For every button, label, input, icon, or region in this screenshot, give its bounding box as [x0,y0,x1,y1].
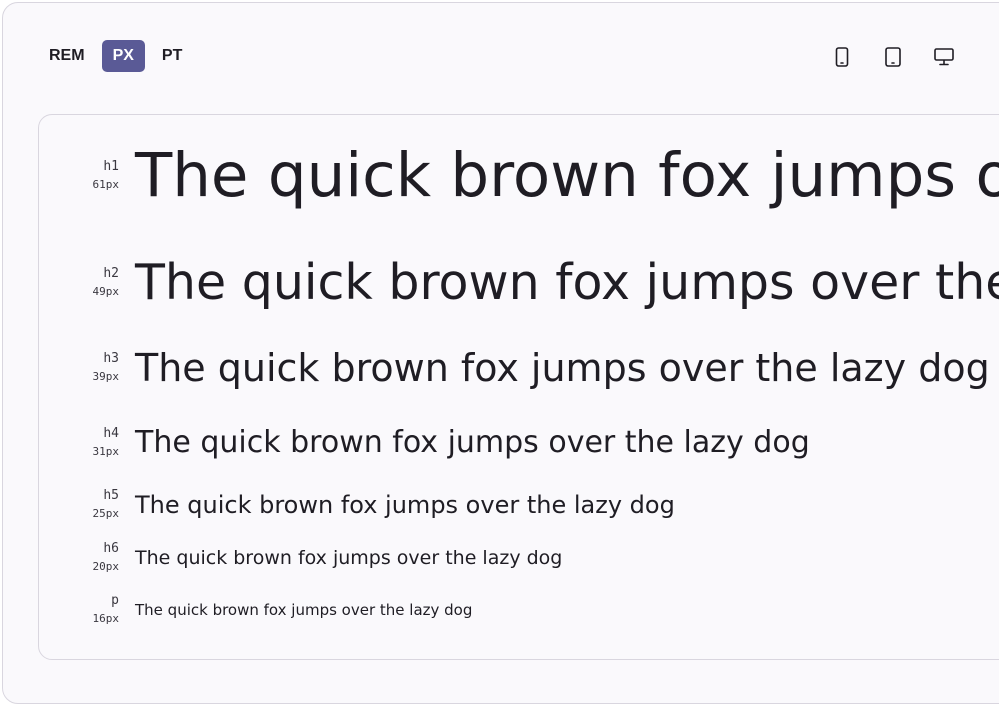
type-row-h4: h4 31px The quick brown fox jumps over t… [39,425,810,461]
type-scale-panel: REM PX PT h1 61px The quick brown fox ju… [2,2,999,704]
tag-label: h1 [103,158,119,174]
mobile-icon [835,47,849,67]
device-toggle [829,45,982,69]
type-row-h6: h6 20px The quick brown fox jumps over t… [39,540,563,576]
tag-label: p [111,593,119,608]
tag-label: h6 [103,541,119,556]
type-row-p: p 16px The quick brown fox jumps over th… [39,592,473,628]
tag-label: h5 [103,488,119,503]
unit-tab-pt[interactable]: PT [151,40,193,72]
sample-text-h5: The quick brown fox jumps over the lazy … [135,491,675,519]
unit-toggle: REM PX PT [38,40,199,72]
sample-text-h1: The quick brown fox jumps over the lazy … [135,140,999,211]
unit-tab-rem[interactable]: REM [38,40,96,72]
type-row-h5: h5 25px The quick brown fox jumps over t… [39,487,675,523]
desktop-button[interactable] [931,45,957,69]
sample-text-p: The quick brown fox jumps over the lazy … [135,600,473,619]
unit-tab-px[interactable]: PX [101,40,145,72]
size-label: 25px [92,507,120,520]
type-row-h1: h1 61px The quick brown fox jumps over t… [39,145,999,206]
type-row-h2: h2 49px The quick brown fox jumps over t… [39,258,999,307]
sample-text-h6: The quick brown fox jumps over the lazy … [135,546,563,569]
sample-text-h2: The quick brown fox jumps over the lazy … [135,254,999,311]
tablet-icon [885,47,901,67]
size-label: 39px [92,370,120,383]
size-label: 16px [92,612,120,625]
mobile-button[interactable] [829,45,855,69]
size-label: 31px [92,445,120,458]
desktop-icon [934,48,954,66]
type-row-h3: h3 39px The quick brown fox jumps over t… [39,349,990,387]
size-label: 61px [92,177,120,191]
size-label: 49px [92,284,120,298]
tag-label: h2 [103,265,119,281]
tablet-button[interactable] [880,45,906,69]
sample-text-h4: The quick brown fox jumps over the lazy … [135,425,810,460]
type-preview: h1 61px The quick brown fox jumps over t… [38,114,999,660]
sample-text-h3: The quick brown fox jumps over the lazy … [135,346,990,390]
tag-label: h4 [103,426,119,441]
size-label: 20px [92,560,120,573]
tag-label: h3 [103,351,119,366]
